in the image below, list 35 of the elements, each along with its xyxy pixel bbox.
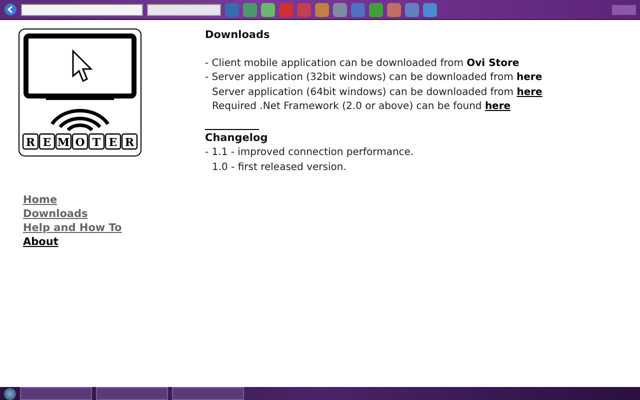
toolbar-icon[interactable] [261,2,275,16]
download-link[interactable]: here [484,101,511,112]
toolbar-icon[interactable] [225,2,239,16]
toolbar-icon[interactable] [423,2,437,16]
browser-tab[interactable] [147,4,221,16]
download-link[interactable]: here [516,86,542,98]
changelog-entry: 1.0 - first released version. [211,160,348,174]
toolbar-icon[interactable] [243,2,257,16]
download-text: - Server application (32bit windows) can be downloaded from [205,72,514,83]
toolbar-icon[interactable] [351,2,365,16]
nav-link[interactable]: Home [23,193,205,207]
taskbar-button[interactable] [96,387,168,400]
taskbar-button[interactable] [172,387,244,400]
changelog-entry: - 1.1 - improved connection performance. [205,146,415,160]
toolbar-icon[interactable] [405,2,419,16]
address-field[interactable] [21,4,143,16]
section-title: Changelog [205,130,268,145]
section-title: Downloads [205,28,271,42]
toolbar-icon[interactable] [333,2,347,16]
toolbar-icon[interactable] [315,2,329,16]
toolbar-icon[interactable] [369,2,383,16]
download-text: - Client mobile application can be downloaded from [205,58,464,68]
toolbar-icon[interactable] [297,2,311,16]
download-text: Server application (64bit windows) can be downloaded from [212,86,515,98]
download-link[interactable]: Ovi Store [466,58,520,68]
nav-link[interactable]: About [23,235,205,249]
nav-link[interactable]: Downloads [23,207,205,221]
nav-link[interactable]: Help and How To [23,221,205,235]
start-button[interactable] [4,388,16,400]
download-text: Required .Net Framework (2.0 or above) can be found [212,101,483,112]
back-icon[interactable] [4,3,17,16]
remoter-logo: R E M O T E R [18,28,142,157]
toolbar-icon[interactable] [387,2,401,16]
download-link[interactable]: here [516,72,542,83]
toolbar-icon[interactable] [279,2,293,16]
